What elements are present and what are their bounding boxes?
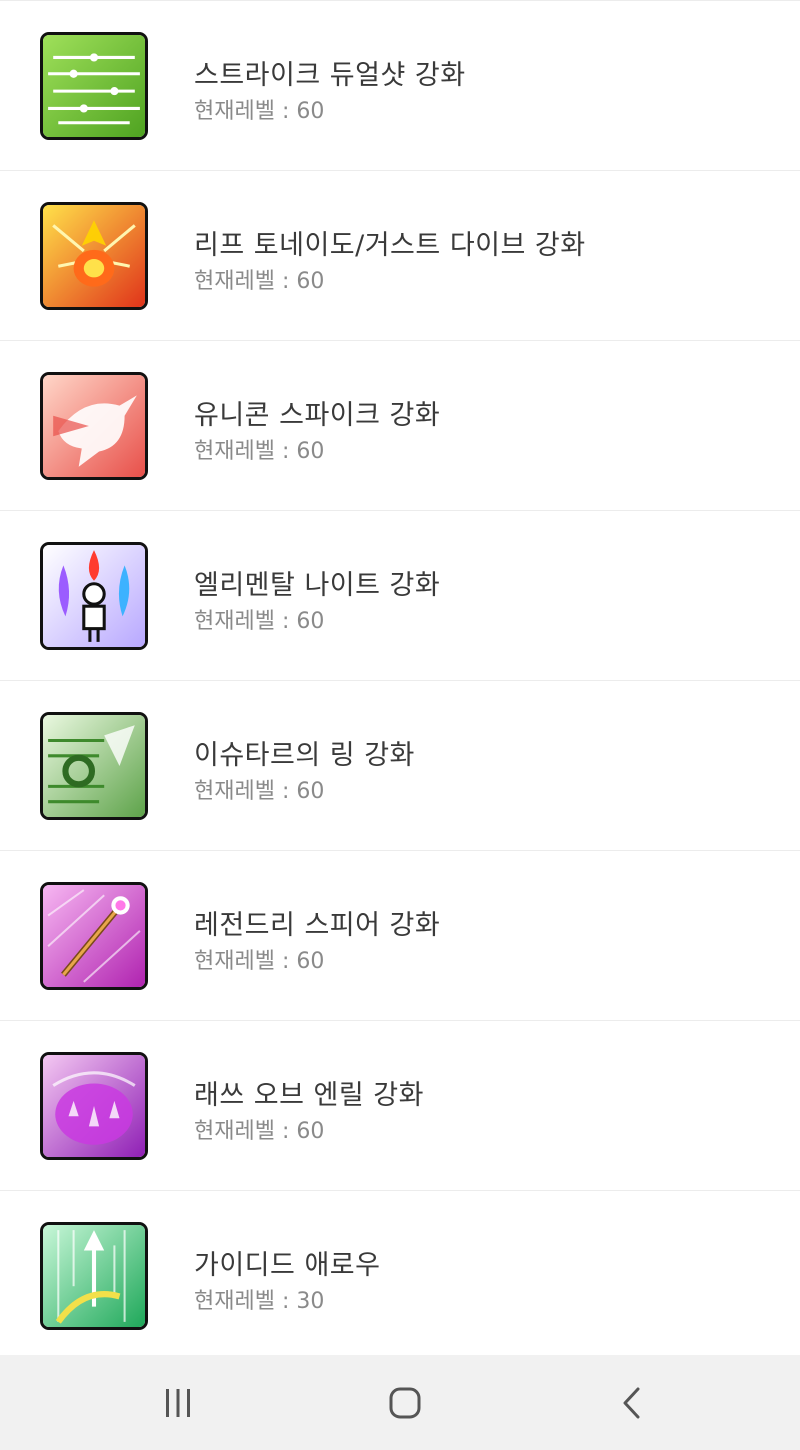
skill-row[interactable]: 스트라이크 듀얼샷 강화현재레벨 : 60	[0, 1, 800, 171]
back-icon	[623, 1387, 640, 1418]
skill-name: 가이디드 애로우	[194, 1250, 381, 1281]
unicorn-spike-icon	[40, 372, 148, 480]
skill-name: 레전드리 스피어 강화	[194, 910, 441, 941]
skill-row[interactable]: 래쓰 오브 엔릴 강화현재레벨 : 60	[0, 1021, 800, 1191]
skill-row[interactable]: 가이디드 애로우현재레벨 : 30	[0, 1191, 800, 1361]
leaf-tornado-icon	[40, 202, 148, 310]
skill-level: 현재레벨 : 30	[194, 1289, 325, 1314]
skill-name: 래쓰 오브 엔릴 강화	[194, 1080, 424, 1111]
skill-level: 현재레벨 : 60	[194, 439, 325, 464]
legendary-spear-icon	[40, 882, 148, 990]
skill-row[interactable]: 엘리멘탈 나이트 강화현재레벨 : 60	[0, 511, 800, 681]
skill-level: 현재레벨 : 60	[194, 949, 325, 974]
skill-name: 스트라이크 듀얼샷 강화	[194, 60, 466, 91]
skill-name: 엘리멘탈 나이트 강화	[194, 570, 441, 601]
home-button[interactable]	[335, 1355, 475, 1450]
skill-level: 현재레벨 : 60	[194, 99, 325, 124]
elemental-knight-icon	[40, 542, 148, 650]
skill-level: 현재레벨 : 60	[194, 779, 325, 804]
recent-apps-button[interactable]	[108, 1355, 248, 1450]
skill-level: 현재레벨 : 60	[194, 1119, 325, 1144]
skill-name: 유니콘 스파이크 강화	[194, 400, 441, 431]
skill-list: 스트라이크 듀얼샷 강화 현재레벨 : 60 리프 토네이도/거스트 다이브 강화 현…	[0, 0, 800, 1361]
skill-row[interactable]: 레전드리 스피어 강화현재레벨 : 60	[0, 851, 800, 1021]
skill-level: 현재레벨 : 60	[194, 609, 325, 634]
home-icon	[389, 1387, 421, 1418]
skill-row[interactable]: 리프 토네이도/거스트 다이브 강화현재레벨 : 60	[0, 171, 800, 341]
ishtar-ring-icon	[40, 712, 148, 820]
skill-row[interactable]: 유니콘 스파이크 강화현재레벨 : 60	[0, 341, 800, 511]
skill-name: 이슈타르의 링 강화	[194, 740, 415, 771]
skill-name: 리프 토네이도/거스트 다이브 강화	[194, 230, 586, 261]
strike-dual-shot-icon	[40, 32, 148, 140]
skill-row[interactable]: 이슈타르의 링 강화현재레벨 : 60	[0, 681, 800, 851]
back-button[interactable]	[563, 1355, 703, 1450]
system-navigation-bar	[0, 1355, 800, 1450]
skill-level: 현재레벨 : 60	[194, 269, 325, 294]
wrath-of-enlil-icon	[40, 1052, 148, 1160]
guided-arrow-icon	[40, 1222, 148, 1330]
recent-apps-icon	[166, 1388, 190, 1417]
